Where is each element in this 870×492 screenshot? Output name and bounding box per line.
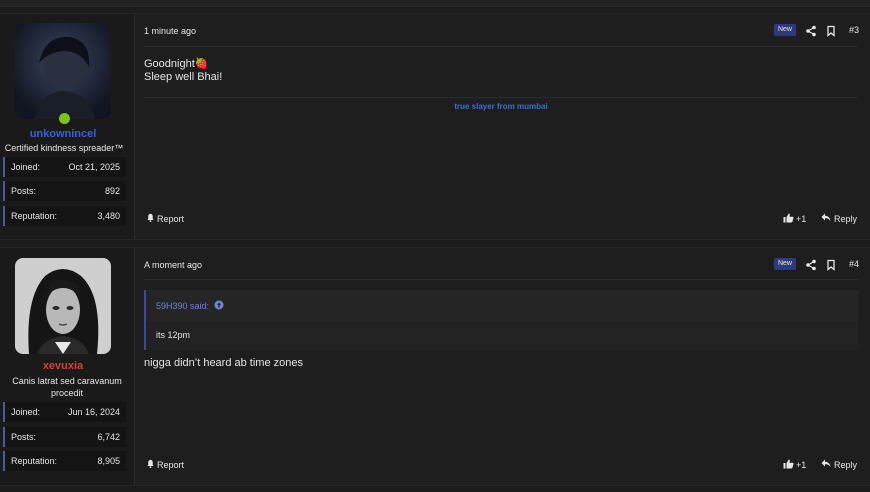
stat-label: Reputation:: [11, 456, 58, 466]
quote-body: its 12pm: [146, 321, 858, 350]
like-button[interactable]: +1: [783, 213, 806, 225]
quote-block: 59H390 said: its 12pm: [144, 290, 858, 350]
user-panel: xevuxia Canis latrat sed caravanum proce…: [0, 248, 135, 485]
new-badge: New: [774, 24, 796, 36]
reply-button[interactable]: Reply: [821, 459, 857, 470]
stat-reputation: Reputation: 3,480: [3, 206, 126, 226]
quote-author[interactable]: 59H390 said:: [156, 301, 209, 311]
stat-joined: Joined: Jun 16, 2024: [3, 402, 126, 422]
stat-value: Oct 21, 2025: [68, 162, 120, 172]
stat-label: Joined:: [11, 162, 41, 172]
message-line: Sleep well Bhai!: [144, 71, 223, 83]
post-timestamp[interactable]: A moment ago: [144, 260, 202, 270]
bell-icon: [146, 459, 155, 470]
stat-value: 6,742: [97, 432, 120, 442]
post-3: unkownincel Certified kindness spreader™…: [0, 13, 870, 240]
like-button[interactable]: +1: [783, 459, 806, 471]
thumbs-up-icon: [783, 459, 794, 471]
message-line: Goodnight🍓: [144, 58, 209, 70]
stat-label: Posts:: [11, 186, 37, 196]
post-content: A moment ago New #4 59H390 said: its 12p…: [134, 248, 870, 485]
stat-posts: Posts: 892: [3, 181, 126, 201]
arrow-up-circle-icon[interactable]: [214, 300, 224, 312]
stat-value: 892: [104, 186, 120, 196]
report-button[interactable]: Report: [146, 213, 184, 224]
stat-value: 8,905: [97, 456, 120, 466]
stat-value: 3,480: [97, 211, 120, 221]
post-number[interactable]: #3: [849, 25, 859, 35]
header-divider: [144, 279, 858, 280]
quote-text: its 12pm: [156, 330, 191, 340]
report-label: Report: [157, 213, 185, 224]
report-label: Report: [157, 459, 185, 470]
stat-joined: Joined: Oct 21, 2025: [3, 157, 126, 177]
reply-label: Reply: [834, 213, 858, 224]
stat-reputation: Reputation: 8,905: [3, 451, 126, 471]
bell-icon: [146, 213, 155, 224]
report-button[interactable]: Report: [146, 459, 184, 470]
post-timestamp[interactable]: 1 minute ago: [144, 26, 196, 36]
user-title: Certified kindness spreader™: [4, 143, 124, 153]
reply-arrow-icon: [821, 459, 831, 470]
like-count: +1: [796, 214, 807, 224]
thumbs-up-icon: [783, 213, 794, 225]
stat-label: Reputation:: [11, 211, 58, 221]
quote-header[interactable]: 59H390 said:: [156, 300, 224, 312]
bookmark-icon[interactable]: [825, 258, 837, 271]
stat-value: Jun 16, 2024: [67, 407, 120, 417]
share-icon[interactable]: [805, 24, 817, 37]
reply-arrow-icon: [821, 213, 831, 224]
stat-label: Posts:: [11, 432, 37, 442]
stat-label: Joined:: [11, 407, 41, 417]
post-message: Goodnight🍓 Sleep well Bhai!: [144, 58, 222, 84]
share-icon[interactable]: [805, 258, 817, 271]
username[interactable]: xevuxia: [0, 360, 126, 372]
post-4: xevuxia Canis latrat sed caravanum proce…: [0, 247, 870, 486]
signature: true slayer from mumbai: [454, 102, 548, 111]
online-indicator: [57, 111, 72, 126]
signature-divider: [144, 97, 858, 98]
reply-label: Reply: [834, 459, 858, 470]
reply-button[interactable]: Reply: [821, 213, 857, 224]
new-badge: New: [774, 258, 796, 270]
post-number[interactable]: #4: [849, 259, 859, 269]
header-divider: [144, 46, 858, 47]
avatar[interactable]: [15, 23, 111, 119]
bookmark-icon[interactable]: [825, 24, 837, 37]
post-message: nigga didn’t heard ab time zones: [144, 357, 303, 369]
post-content: 1 minute ago New #3 Goodnight🍓 Sleep wel…: [134, 14, 870, 239]
previous-post-edge: [0, 0, 870, 7]
user-title: Canis latrat sed caravanum procedit: [12, 376, 122, 398]
avatar[interactable]: [15, 258, 111, 354]
user-panel: unkownincel Certified kindness spreader™…: [0, 14, 135, 239]
stat-posts: Posts: 6,742: [3, 427, 126, 447]
like-count: +1: [796, 460, 807, 470]
username[interactable]: unkownincel: [0, 128, 126, 140]
